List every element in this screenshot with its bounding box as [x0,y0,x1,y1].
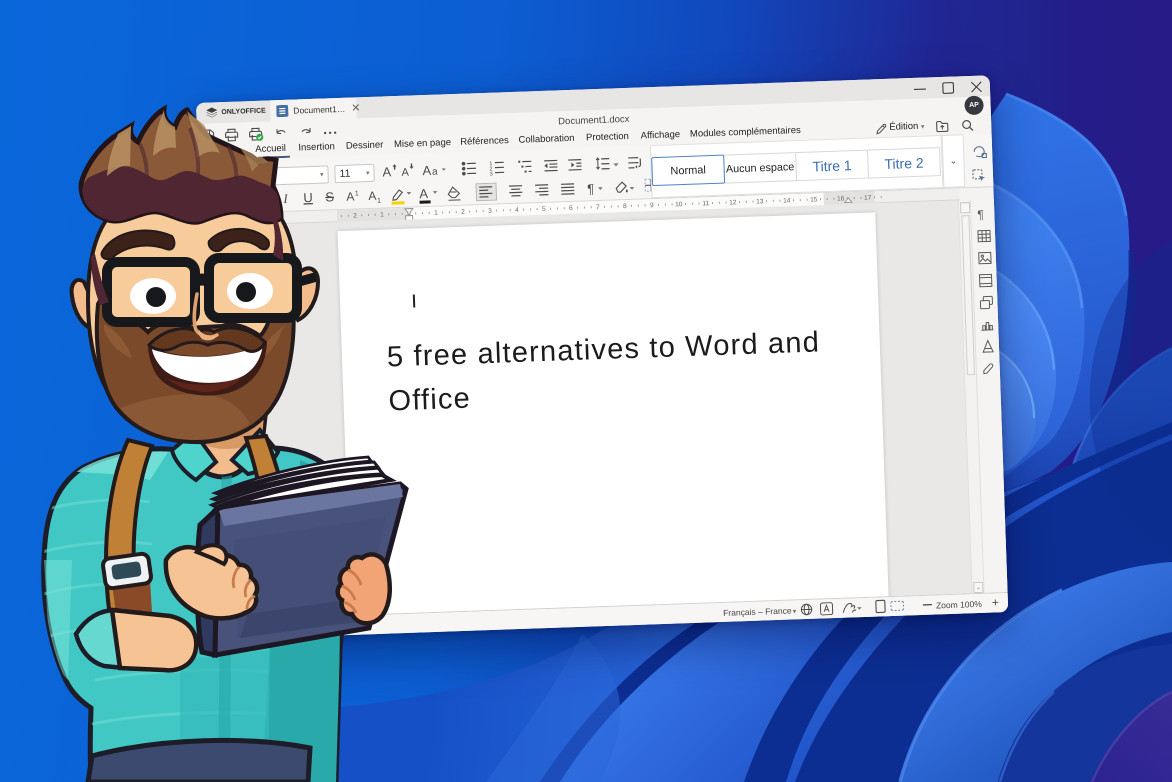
svg-text:7: 7 [595,204,599,211]
svg-text:5: 5 [541,206,545,213]
svg-text:17: 17 [863,194,871,201]
svg-text:3: 3 [489,172,492,178]
svg-text:16: 16 [837,195,845,202]
svg-text:11: 11 [702,200,709,207]
svg-text:¶: ¶ [586,181,594,196]
svg-text:14: 14 [783,197,791,204]
svg-text:4: 4 [515,207,519,214]
svg-text:¶: ¶ [977,208,984,222]
svg-text:10: 10 [675,201,683,208]
svg-text:9: 9 [649,202,653,209]
svg-text:13: 13 [756,198,764,205]
svg-text:8: 8 [622,203,626,210]
svg-text:15: 15 [810,196,818,203]
svg-text:3: 3 [488,208,492,215]
svg-text:12: 12 [729,199,737,206]
svg-text:6: 6 [568,205,572,212]
